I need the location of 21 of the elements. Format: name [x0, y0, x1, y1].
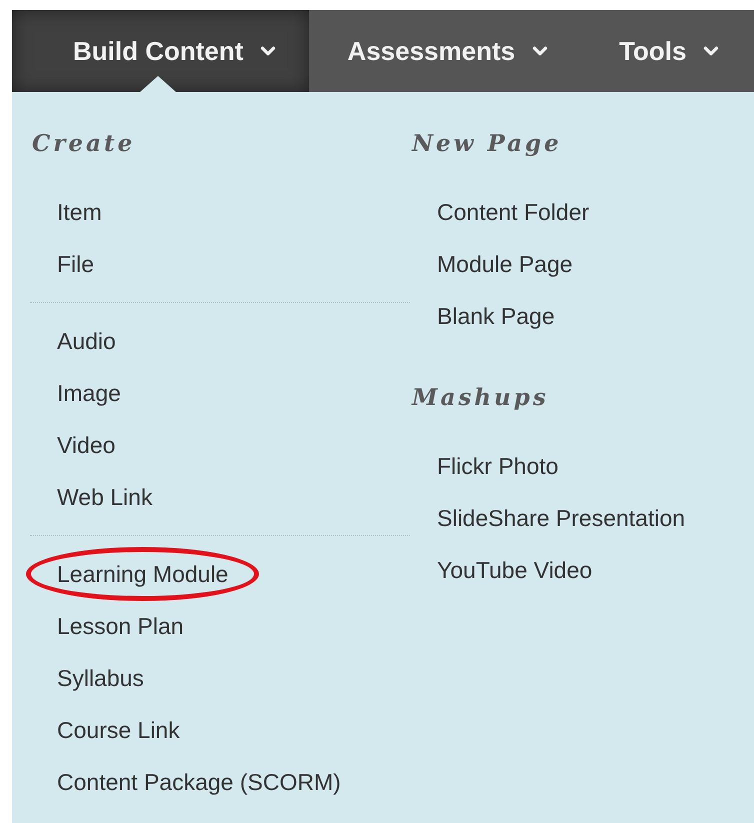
- menu-item[interactable]: Video: [26, 418, 146, 472]
- menu-item[interactable]: Blank Page: [406, 289, 586, 343]
- menu-item[interactable]: Content Folder: [406, 185, 620, 239]
- menu-item[interactable]: Image: [26, 366, 152, 420]
- menu-item[interactable]: Flickr Photo: [406, 439, 590, 493]
- menu-item[interactable]: Course Link: [26, 703, 211, 757]
- menu-item[interactable]: Learning Module: [26, 547, 260, 601]
- menu-item[interactable]: Item: [26, 185, 133, 239]
- menu-item[interactable]: Lesson Plan: [26, 599, 215, 653]
- menu-item[interactable]: Syllabus: [26, 651, 175, 705]
- menu-item[interactable]: File: [26, 237, 126, 291]
- section-heading: New Page: [410, 130, 563, 159]
- menu-item[interactable]: YouTube Video: [406, 543, 624, 597]
- menu-item[interactable]: Content Package (SCORM): [26, 755, 372, 809]
- menu-item[interactable]: Audio: [26, 314, 147, 368]
- menu-tab[interactable]: Build Content: [12, 10, 310, 92]
- section-heading: Create: [31, 130, 136, 159]
- menu-item[interactable]: Module Page: [406, 237, 604, 291]
- menu-item[interactable]: Web Link: [26, 470, 184, 524]
- menu-item[interactable]: SlideShare Presentation: [406, 491, 716, 545]
- section-heading: Mashups: [410, 384, 550, 413]
